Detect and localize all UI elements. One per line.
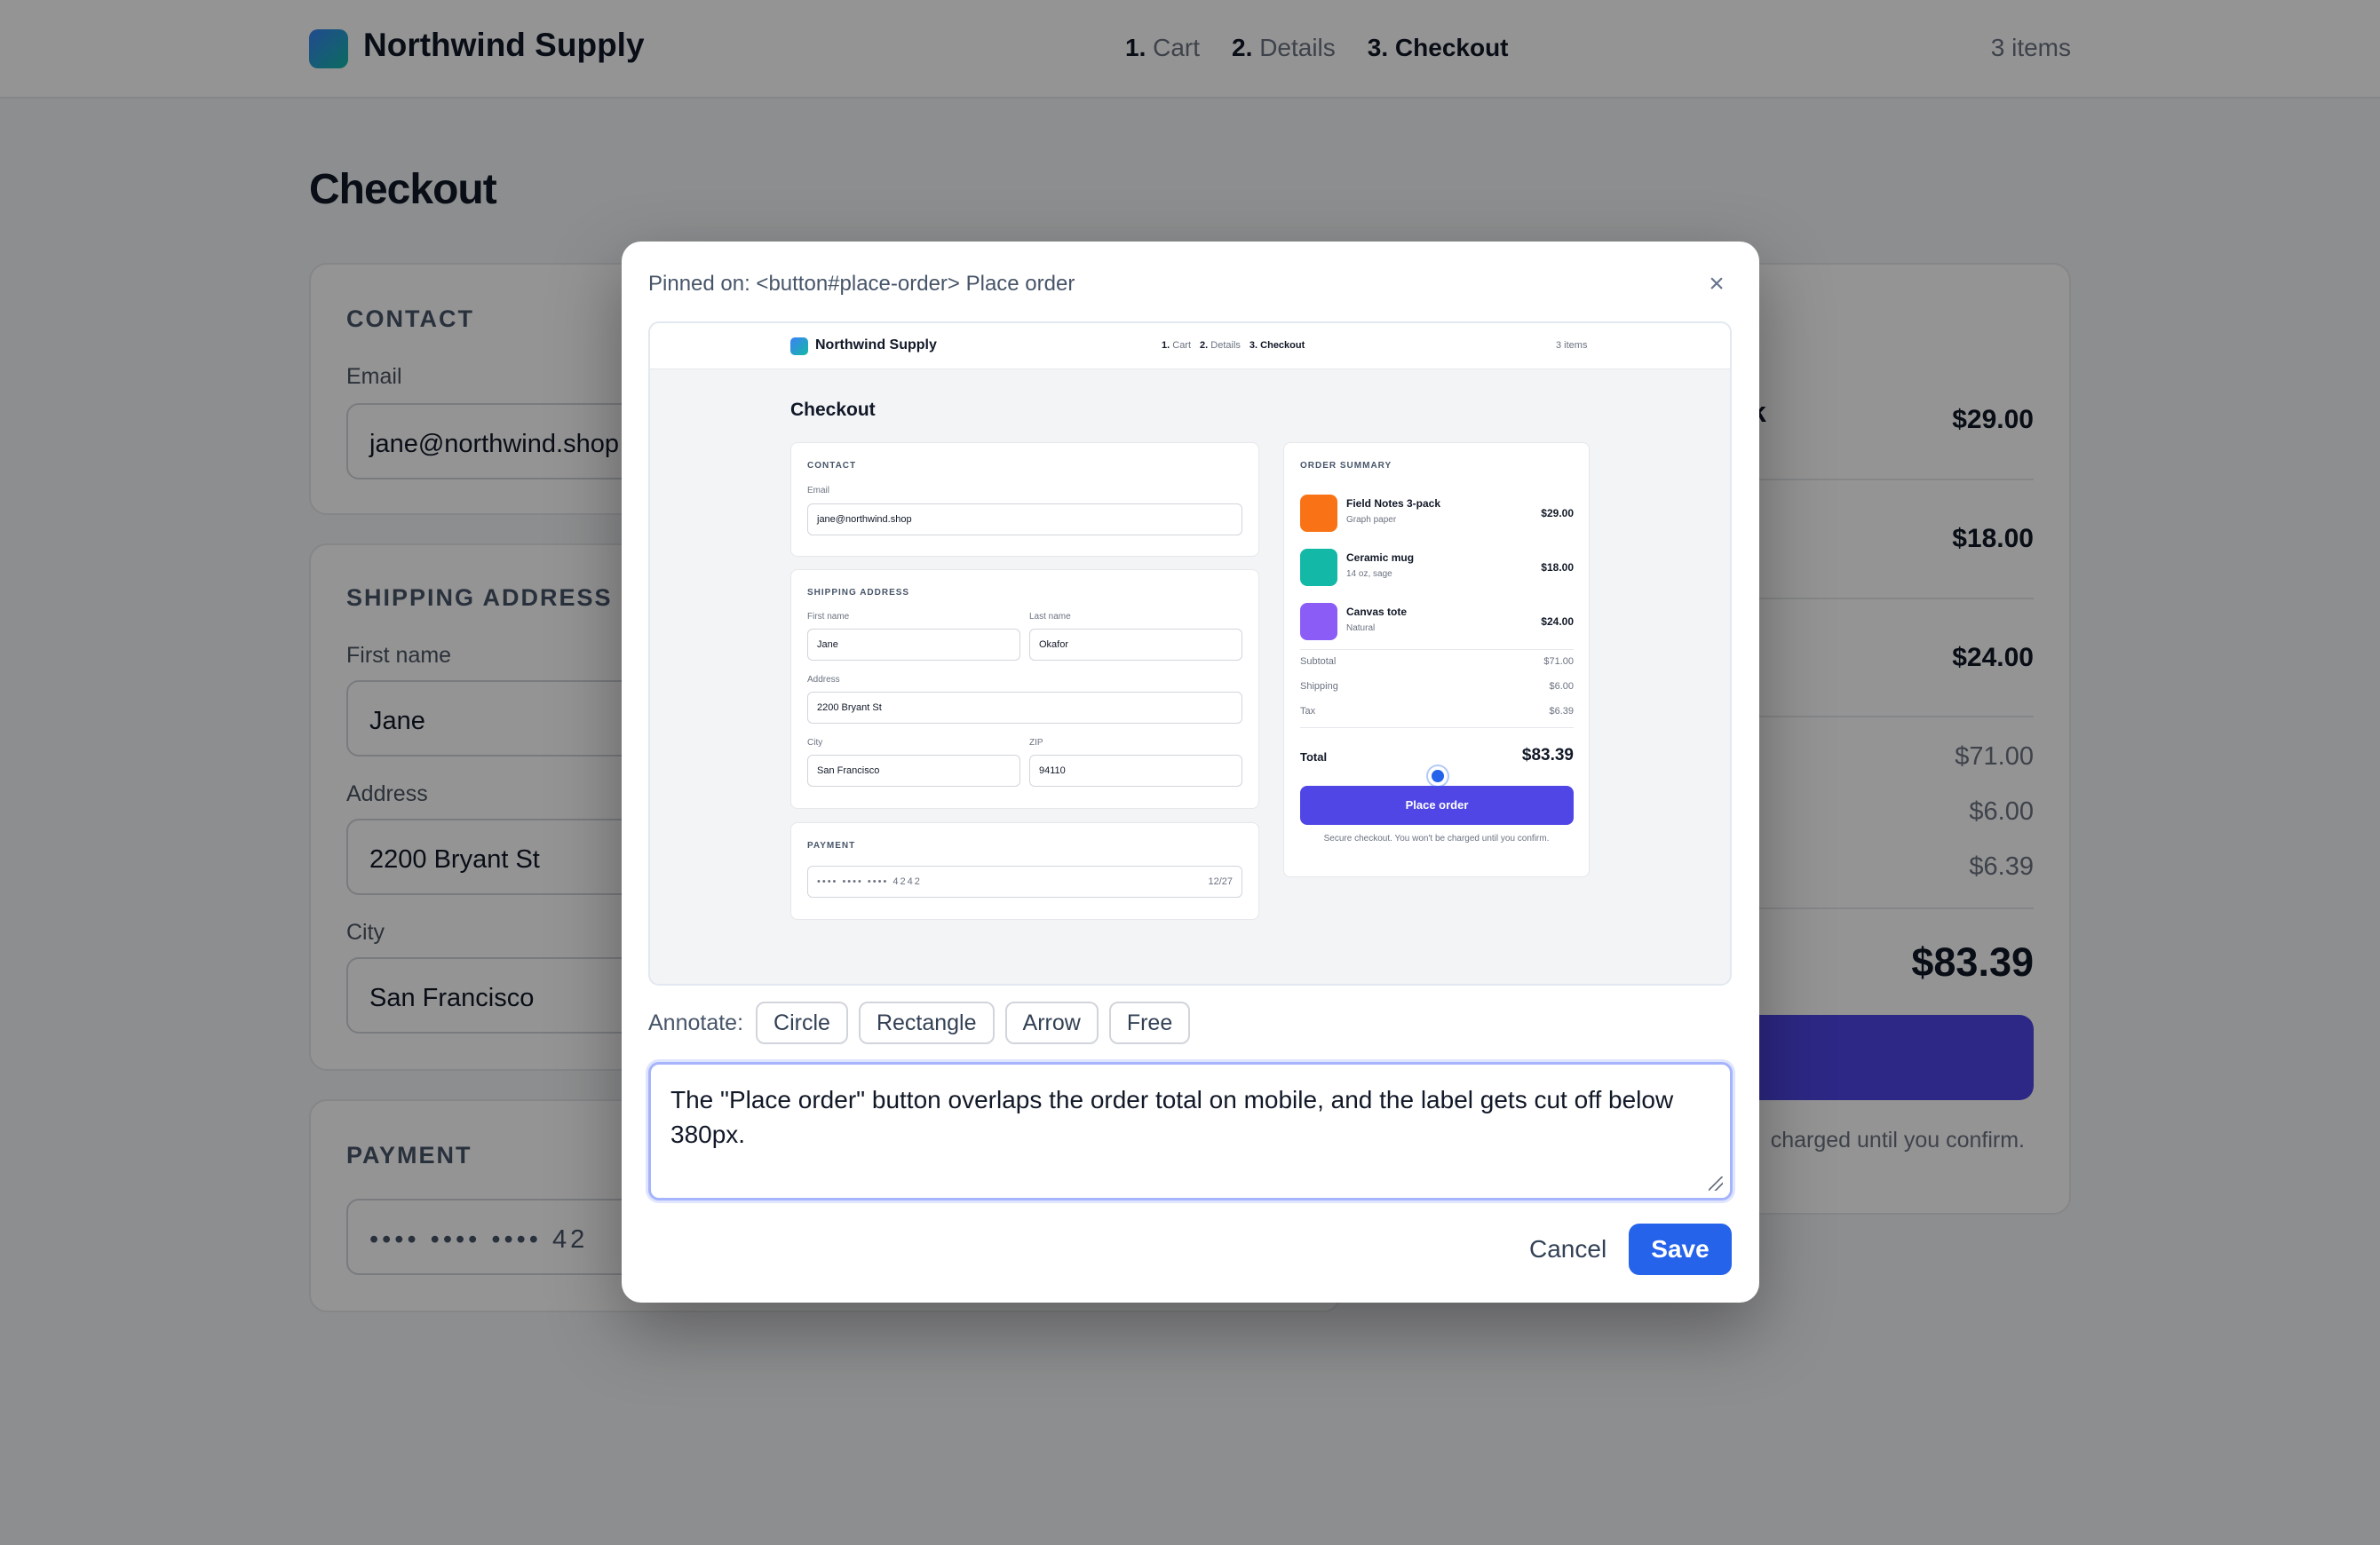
divider <box>1300 649 1574 650</box>
product-price: $29.00 <box>1541 507 1574 519</box>
preview-email-label: Email <box>807 486 830 495</box>
preview-city-field: San Francisco <box>807 755 1020 787</box>
preview-zip-field: 94110 <box>1029 755 1242 787</box>
preview-email-field: jane@northwind.shop <box>807 503 1242 535</box>
preview-shipping-card: SHIPPING ADDRESS First name Jane Last na… <box>790 569 1259 809</box>
preview-brand-name: Northwind Supply <box>815 337 937 353</box>
preview-tax-row: Tax $6.39 <box>1300 706 1574 717</box>
preview-checkout-steps: 1. Cart 2. Details 3. Checkout <box>1162 340 1305 351</box>
preview-address-field: 2200 Bryant St <box>807 692 1242 724</box>
preview-payment-title: PAYMENT <box>807 841 856 851</box>
preview-summary-item: Ceramic mug 14 oz, sage $18.00 <box>1300 549 1574 586</box>
product-thumbnail <box>1300 495 1337 532</box>
preview-order-summary-card: ORDER SUMMARY Field Notes 3-pack Graph p… <box>1283 442 1590 877</box>
annotate-rectangle-button[interactable]: Rectangle <box>858 1002 995 1044</box>
preview-shipping-row: Shipping $6.00 <box>1300 681 1574 692</box>
preview-summary-title: ORDER SUMMARY <box>1300 461 1392 471</box>
preview-subtotal-row: Subtotal $71.00 <box>1300 656 1574 667</box>
preview-secure-note: Secure checkout. You won't be charged un… <box>1323 834 1550 844</box>
product-thumbnail <box>1300 603 1337 640</box>
preview-first-name-field: Jane <box>807 629 1020 661</box>
cancel-button[interactable]: Cancel <box>1511 1224 1624 1275</box>
preview-place-order-button: Place order <box>1300 786 1574 825</box>
preview-card-number-field: •••• •••• •••• 4242 12/27 <box>807 866 1242 898</box>
annotate-label: Annotate: <box>648 1010 744 1035</box>
preview-page-title: Checkout <box>790 400 876 420</box>
divider <box>1300 727 1574 728</box>
preview-step-checkout: 3. Checkout <box>1249 340 1305 351</box>
product-name: Field Notes 3-pack <box>1346 497 1441 510</box>
preview-last-name-label: Last name <box>1029 612 1071 622</box>
preview-top-nav: Northwind Supply 1. Cart 2. Details 3. C… <box>650 323 1730 369</box>
product-variant: Natural <box>1346 623 1376 633</box>
preview-brand-logo <box>790 337 808 355</box>
preview-address-label: Address <box>807 675 840 685</box>
preview-contact-title: CONTACT <box>807 461 857 471</box>
product-thumbnail <box>1300 549 1337 586</box>
preview-contact-card: CONTACT Email jane@northwind.shop <box>790 442 1259 557</box>
pin-feedback-modal: Pinned on: <button#place-order> Place or… <box>622 242 1759 1303</box>
preview-card-expiry: 12/27 <box>1208 876 1233 887</box>
preview-summary-item: Field Notes 3-pack Graph paper $29.00 <box>1300 495 1574 532</box>
preview-city-label: City <box>807 738 823 748</box>
close-icon[interactable]: × <box>1699 266 1734 302</box>
preview-payment-card: PAYMENT •••• •••• •••• 4242 12/27 <box>790 822 1259 920</box>
preview-step-details: 2. Details <box>1200 340 1241 351</box>
product-name: Canvas tote <box>1346 606 1408 618</box>
product-name: Ceramic mug <box>1346 551 1415 564</box>
product-price: $18.00 <box>1541 561 1574 574</box>
feedback-textarea[interactable]: The "Place order" button overlaps the or… <box>648 1062 1733 1200</box>
product-variant: 14 oz, sage <box>1346 569 1392 579</box>
page-screenshot-preview[interactable]: Northwind Supply 1. Cart 2. Details 3. C… <box>648 321 1732 986</box>
preview-first-name-label: First name <box>807 612 850 622</box>
preview-step-cart: 1. Cart <box>1162 340 1192 351</box>
annotate-circle-button[interactable]: Circle <box>756 1002 848 1044</box>
preview-zip-label: ZIP <box>1029 738 1043 748</box>
annotate-toolbar: Annotate: Circle Rectangle Arrow Free <box>648 1002 1191 1044</box>
annotate-free-button[interactable]: Free <box>1108 1002 1191 1044</box>
resize-handle-icon[interactable] <box>1709 1177 1723 1191</box>
product-variant: Graph paper <box>1346 515 1397 525</box>
preview-total-row: Total $83.39 <box>1300 746 1574 765</box>
preview-cart-count: 3 items <box>1556 340 1588 351</box>
preview-summary-item: Canvas tote Natural $24.00 <box>1300 603 1574 640</box>
preview-last-name-field: Okafor <box>1029 629 1242 661</box>
preview-shipping-title: SHIPPING ADDRESS <box>807 588 910 598</box>
product-price: $24.00 <box>1541 615 1574 628</box>
annotate-arrow-button[interactable]: Arrow <box>1004 1002 1099 1044</box>
save-button[interactable]: Save <box>1629 1224 1732 1275</box>
pinned-element-label: Pinned on: <button#place-order> Place or… <box>648 272 1075 296</box>
pin-marker-icon[interactable] <box>1428 766 1448 786</box>
